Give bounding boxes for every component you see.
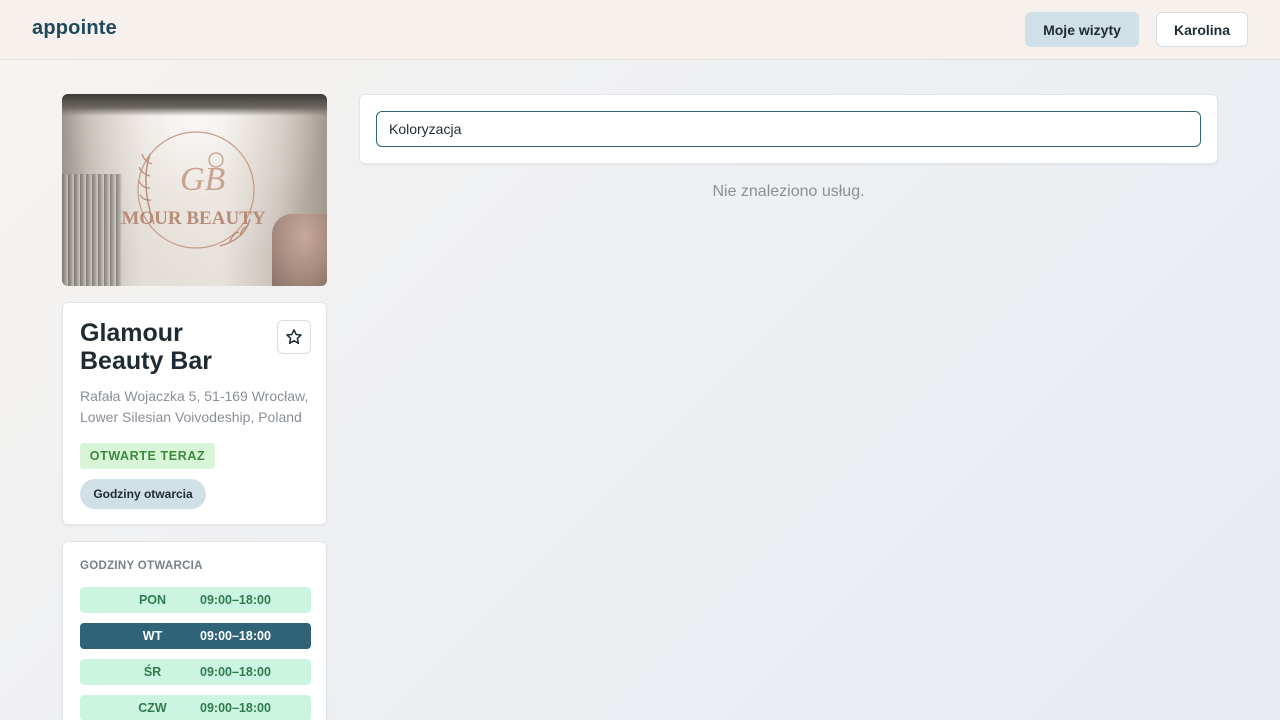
salon-logo: GB GLAMOUR BEAUTY BAR — [120, 131, 270, 249]
my-visits-button[interactable]: Moje wizyty — [1025, 12, 1139, 47]
service-search-card — [359, 94, 1218, 164]
opening-hours-card: GODZINY OTWARCIA PON 09:00–18:00 WT 09:0… — [62, 541, 327, 720]
day-hours: 09:00–18:00 — [200, 593, 271, 607]
cover-ceiling — [62, 94, 327, 116]
day-row-sr: ŚR 09:00–18:00 — [80, 659, 311, 685]
user-menu-button[interactable]: Karolina — [1156, 12, 1248, 47]
salon-cover-image: GB GLAMOUR BEAUTY BAR — [62, 94, 327, 286]
day-row-pon: PON 09:00–18:00 — [80, 587, 311, 613]
opening-hours-button[interactable]: Godziny otwarcia — [80, 479, 206, 509]
day-row-czw: CZW 09:00–18:00 — [80, 695, 311, 720]
salon-address: Rafała Wojaczka 5, 51-169 Wrocław, Lower… — [80, 386, 320, 428]
logo-wordmark: GLAMOUR BEAUTY BAR — [120, 208, 270, 229]
salon-name-line1: Glamour — [80, 319, 183, 347]
address-line-2: Lower Silesian Voivodeship, Poland — [80, 409, 302, 425]
cover-wall-slats — [62, 174, 122, 286]
day-hours: 09:00–18:00 — [200, 629, 271, 643]
cover-chair — [272, 214, 327, 286]
service-search-input[interactable] — [376, 111, 1201, 147]
no-results-message: Nie znaleziono usług. — [712, 183, 865, 200]
day-hours: 09:00–18:00 — [200, 701, 271, 715]
day-hours: 09:00–18:00 — [200, 665, 271, 679]
salon-info-card: Glamour Beauty Bar Rafała Wojaczka 5, 51… — [62, 302, 327, 525]
favorite-button[interactable] — [277, 320, 311, 354]
address-line-1: Rafała Wojaczka 5, 51-169 Wrocław, — [80, 388, 309, 404]
opening-hours-title: GODZINY OTWARCIA — [80, 560, 203, 572]
star-icon — [286, 329, 302, 345]
top-navbar: appointe Moje wizyty Karolina — [0, 0, 1280, 60]
salon-name: Glamour Beauty Bar — [80, 319, 260, 375]
brand-logo[interactable]: appointe — [32, 17, 117, 40]
day-row-wt: WT 09:00–18:00 — [80, 623, 311, 649]
open-status-badge: OTWARTE TERAZ — [80, 443, 215, 469]
salon-name-line2: Beauty Bar — [80, 347, 212, 375]
